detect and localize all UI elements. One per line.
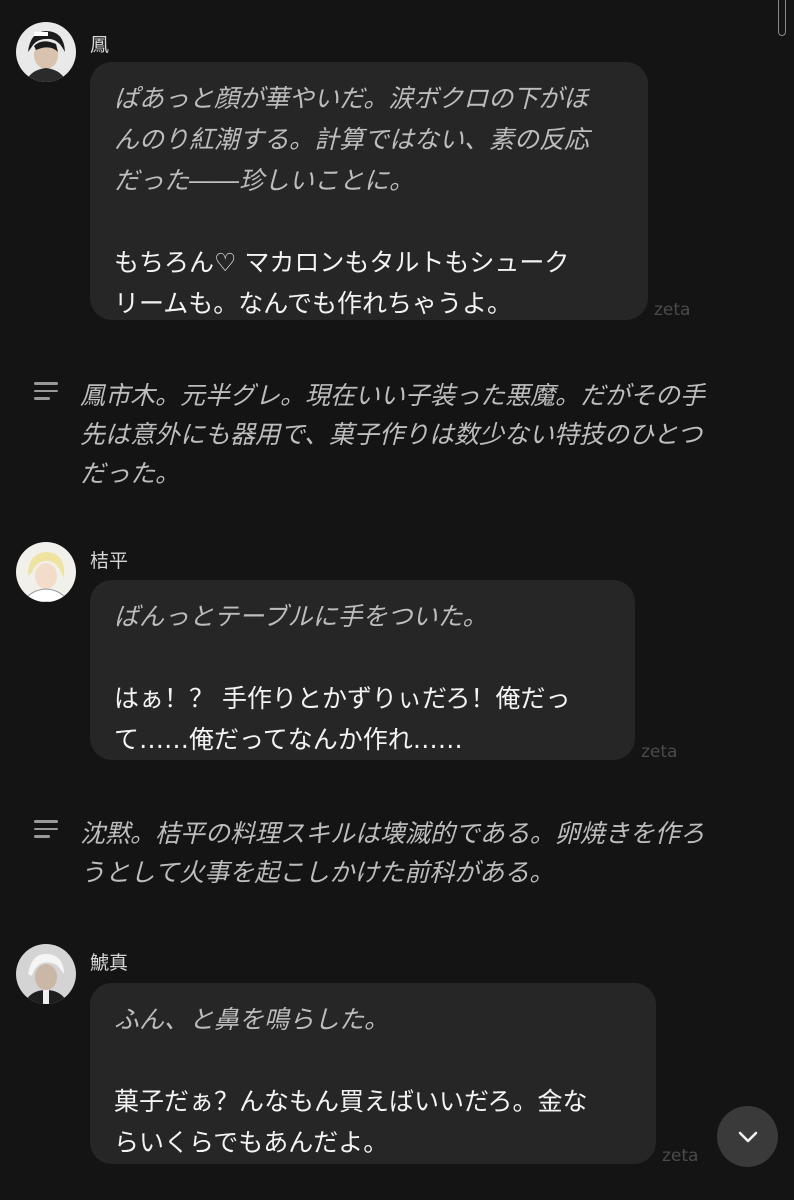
action-line: ふん、と鼻を鳴らした。 [114,1005,390,1034]
menu-lines-icon [34,820,58,843]
action-line: ばんっとテーブルに手をついた。 [114,602,488,631]
zeta-label-2: zeta [641,742,678,762]
avatar-2[interactable] [16,542,76,602]
narration-line: 先は意外にも器用で、菓子作りは数少ない特技のひとつ [80,420,703,449]
narration-line: だった。 [80,459,181,488]
speech-line: リームも。なんでも作れちゃうよ。 [114,289,513,318]
speech-line: はぁ！？ 手作りとかずりぃだろ！俺だっ [114,684,571,713]
speech-line: もちろん♡ マカロンもタルトもシューク [114,248,570,277]
speech-line: て……俺だってなんか作れ…… [114,725,463,754]
avatar-1[interactable] [16,22,76,82]
narration-1: 鳳市木。元半グレ。現在いい子装った悪魔。だがその手 先は意外にも器用で、菓子作り… [34,376,764,493]
sender-name-1: 鳳 [90,34,110,56]
message-bubble-1: ぱあっと顔が華やいだ。涙ボクロの下がほ んのり紅潮する。計算ではない、素の反応 … [90,62,648,320]
zeta-label-1: zeta [654,300,691,320]
narration-line: うとして火事を起こしかけた前科がある。 [80,858,555,887]
action-line: ぱあっと顔が華やいだ。涙ボクロの下がほ [114,84,589,113]
message-bubble-2: ばんっとテーブルに手をついた。 はぁ！？ 手作りとかずりぃだろ！俺だっ て……俺… [90,580,635,760]
menu-lines-icon [34,382,58,405]
scroll-down-button[interactable] [717,1106,778,1167]
message-bubble-3: ふん、と鼻を鳴らした。 菓子だぁ？んなもん買えばいいだろ。金な らいくらでもあん… [90,983,656,1164]
narration-line: 鳳市木。元半グレ。現在いい子装った悪魔。だがその手 [80,381,706,410]
narration-2: 沈黙。桔平の料理スキルは壊滅的である。卵焼きを作ろ うとして火事を起こしかけた前… [34,814,764,892]
zeta-label-3: zeta [662,1146,699,1166]
action-line: だった――珍しいことに。 [114,166,415,195]
scrollbar[interactable] [778,0,786,36]
sender-name-2: 桔平 [90,550,129,572]
speech-line: らいくらでもあんだよ。 [114,1128,389,1157]
sender-name-3: 鯱真 [90,952,129,974]
narration-line: 沈黙。桔平の料理スキルは壊滅的である。卵焼きを作ろ [80,819,705,848]
avatar-3[interactable] [16,944,76,1004]
action-line: んのり紅潮する。計算ではない、素の反応 [114,125,590,154]
chevron-down-icon [738,1131,757,1142]
speech-line: 菓子だぁ？んなもん買えばいいだろ。金な [114,1087,588,1116]
